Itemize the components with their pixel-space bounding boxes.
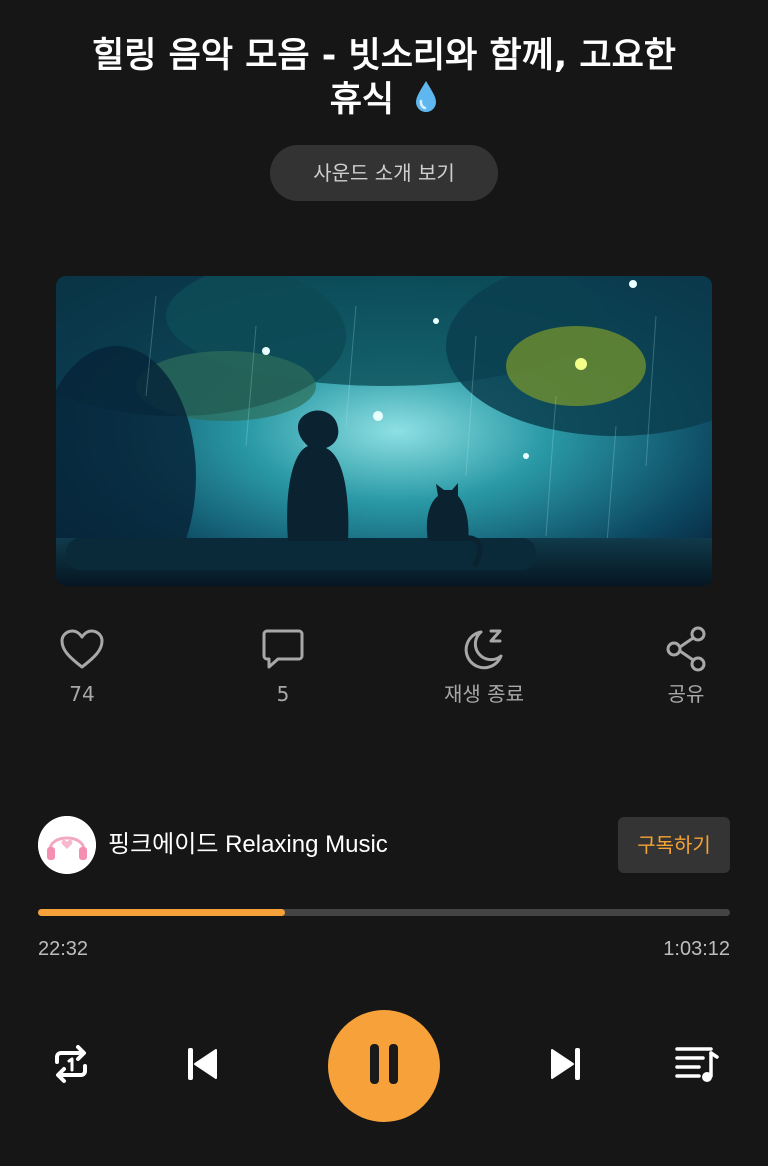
- track-title: 힐링 음악 모음 - 빗소리와 함께, 고요한 휴식: [60, 34, 708, 124]
- total-duration: 1:03:12: [663, 938, 730, 960]
- channel-name[interactable]: 핑크에이드 Relaxing Music: [108, 829, 388, 861]
- like-count: 74: [69, 682, 95, 706]
- next-icon: [546, 1044, 586, 1088]
- progress-bar[interactable]: [38, 909, 730, 916]
- sound-intro-button[interactable]: 사운드 소개 보기: [270, 145, 498, 201]
- playlist-icon: [673, 1043, 719, 1089]
- pause-button[interactable]: [328, 1010, 440, 1122]
- next-button[interactable]: [538, 1040, 594, 1092]
- sleep-timer-icon: [424, 624, 544, 674]
- share-label: 공유: [667, 682, 705, 706]
- elapsed-time: 22:32: [38, 938, 89, 960]
- comment-count: 5: [276, 682, 290, 706]
- share-icon: [626, 624, 746, 674]
- repeat-one-icon: [49, 1042, 93, 1090]
- water-drop-icon: [414, 79, 438, 124]
- comment-button[interactable]: 5: [223, 624, 343, 708]
- album-cover-image: [56, 276, 712, 586]
- previous-icon: [182, 1044, 222, 1088]
- track-title-line2: 휴식: [329, 80, 395, 120]
- share-button[interactable]: 공유: [626, 624, 746, 708]
- playlist-button[interactable]: [668, 1040, 724, 1092]
- sleep-timer-label: 재생 종료: [444, 682, 524, 706]
- previous-button[interactable]: [174, 1040, 230, 1092]
- subscribe-button[interactable]: 구독하기: [618, 817, 730, 873]
- heart-icon: [22, 624, 142, 674]
- track-title-line1: 힐링 음악 모음 - 빗소리와 함께, 고요한: [92, 36, 676, 76]
- comment-icon: [223, 624, 343, 674]
- progress-fill: [38, 909, 286, 916]
- pause-icon: [364, 1042, 404, 1090]
- like-button[interactable]: 74: [22, 624, 142, 708]
- channel-avatar[interactable]: [38, 816, 96, 874]
- repeat-one-button[interactable]: [42, 1040, 100, 1092]
- sleep-timer-button[interactable]: 재생 종료: [424, 624, 544, 708]
